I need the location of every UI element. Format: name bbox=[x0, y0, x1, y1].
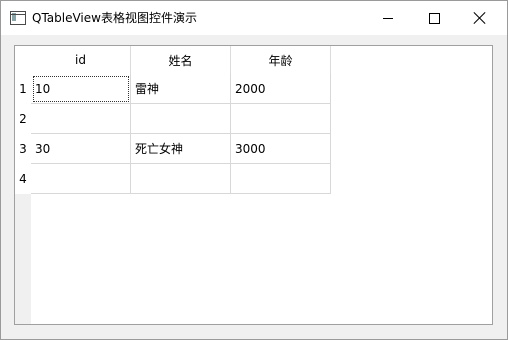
title-bar[interactable]: QTableView表格视图控件演示 bbox=[1, 1, 507, 35]
maximize-icon bbox=[428, 12, 440, 24]
table-cell-id[interactable]: 30 bbox=[31, 134, 131, 164]
table-cell-name[interactable]: 死亡女神 bbox=[131, 134, 231, 164]
row-header-4[interactable]: 4 bbox=[15, 164, 31, 194]
close-icon bbox=[474, 12, 486, 24]
table-cell-age[interactable] bbox=[231, 104, 331, 134]
row-header-1[interactable]: 1 bbox=[15, 74, 31, 104]
table-cell-id[interactable] bbox=[31, 104, 131, 134]
row-header-3[interactable]: 3 bbox=[15, 134, 31, 164]
row-header-gutter bbox=[15, 194, 31, 324]
close-button[interactable] bbox=[457, 1, 503, 35]
maximize-button[interactable] bbox=[411, 1, 457, 35]
minimize-button[interactable] bbox=[365, 1, 411, 35]
table-cell-name[interactable]: 雷神 bbox=[131, 74, 231, 104]
app-icon bbox=[10, 11, 26, 25]
table-cell-id[interactable] bbox=[31, 164, 131, 194]
table-corner-button[interactable] bbox=[15, 46, 31, 74]
table-cell-name[interactable] bbox=[131, 104, 231, 134]
table-cell-age[interactable] bbox=[231, 164, 331, 194]
table-cell-name[interactable] bbox=[131, 164, 231, 194]
table-cell-id[interactable]: 10 bbox=[31, 74, 131, 104]
column-header-age[interactable]: 年龄 bbox=[231, 46, 331, 74]
table-cell-age[interactable]: 3000 bbox=[231, 134, 331, 164]
table-cell-age[interactable]: 2000 bbox=[231, 74, 331, 104]
main-window: QTableView表格视图控件演示 id 姓名 年龄 1 2 3 4 10 雷… bbox=[0, 0, 508, 340]
row-header-2[interactable]: 2 bbox=[15, 104, 31, 134]
window-title: QTableView表格视图控件演示 bbox=[32, 11, 197, 25]
table-view[interactable]: id 姓名 年龄 1 2 3 4 10 雷神 2000 30 死亡女神 3000 bbox=[14, 45, 493, 325]
column-header-name[interactable]: 姓名 bbox=[131, 46, 231, 74]
column-header-id[interactable]: id bbox=[31, 46, 131, 74]
minimize-icon bbox=[383, 17, 393, 19]
